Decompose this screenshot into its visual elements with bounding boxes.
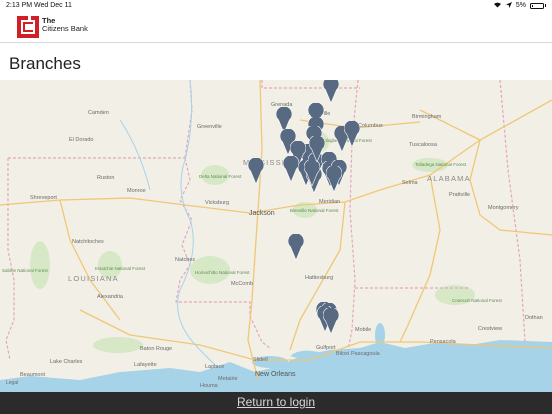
city-label: Montgomery <box>488 205 519 211</box>
location-arrow-icon <box>505 1 512 10</box>
city-label: El Dorado <box>69 137 94 143</box>
branch-pin-icon[interactable] <box>304 160 320 186</box>
city-label: Hattiesburg <box>305 275 334 281</box>
city-label: Jackson <box>249 210 275 217</box>
brand-line-2: Citizens Bank <box>42 24 88 33</box>
forest-label: Sabine National Forest <box>2 268 48 273</box>
city-label: Pascagoula <box>351 351 380 357</box>
city-label: Greenville <box>197 124 222 130</box>
city-label: Houma <box>200 383 218 389</box>
brand-name: The Citizens Bank <box>42 17 88 33</box>
branch-pin-icon[interactable] <box>344 121 360 147</box>
battery-percent: 5% <box>515 2 526 9</box>
city-label: Gulfport <box>316 345 336 351</box>
forest-label: Conecuh National Forest <box>452 298 502 303</box>
status-bar: 2:13 PM Wed Dec 11 5% <box>0 0 552 12</box>
state-borders <box>5 80 526 361</box>
city-label: Natchitoches <box>72 239 104 245</box>
city-label: Metairie <box>218 376 238 382</box>
forest-label: Homochitto National Forest <box>195 270 250 275</box>
branch-pin-icon[interactable] <box>309 136 325 162</box>
status-time: 2:13 PM <box>6 2 33 9</box>
city-label: Natchez <box>175 257 196 263</box>
city-label: Baton Rouge <box>140 346 173 352</box>
wifi-icon <box>493 1 502 10</box>
state-label-alabama: ALABAMA <box>427 174 471 183</box>
city-label: Meridian <box>319 199 341 205</box>
city-label: Camden <box>88 110 109 116</box>
city-label: Columbus <box>358 123 383 129</box>
branch-pin-icon[interactable] <box>323 308 339 334</box>
app-header: The Citizens Bank <box>0 12 552 43</box>
city-label: Crestview <box>478 326 503 332</box>
return-to-login-link[interactable]: Return to login <box>0 395 552 409</box>
branch-pin-icon[interactable] <box>326 166 342 192</box>
state-label-louisiana: LOUISIANA <box>68 274 119 283</box>
city-label: New Orleans <box>255 371 296 378</box>
forest-label: Talladega National Forest <box>415 162 467 167</box>
branch-pin-icon[interactable] <box>323 80 339 103</box>
city-label: Slidell <box>253 357 268 363</box>
branch-pin-icon[interactable] <box>248 158 264 184</box>
city-label: Monroe <box>127 188 146 194</box>
branch-pin-icon[interactable] <box>283 156 299 182</box>
city-label: Beaumont <box>20 372 46 378</box>
city-label: Prattville <box>449 192 471 198</box>
bottom-bar: Return to login <box>0 392 552 414</box>
city-label: Laplace <box>205 364 225 370</box>
city-label: Ruston <box>97 175 115 181</box>
city-label: Mobile <box>355 327 372 333</box>
battery-level <box>532 4 533 7</box>
branch-pin-icon[interactable] <box>288 234 304 260</box>
page-title: Branches <box>9 54 81 73</box>
city-label: Dothan <box>525 315 543 321</box>
forest-label: Kisatchie National Forest <box>95 266 146 271</box>
city-label: Vicksburg <box>205 200 230 206</box>
city-label: Birmingham <box>412 114 442 120</box>
city-label: Lafayette <box>134 362 157 368</box>
status-indicators: 5% <box>493 1 546 10</box>
city-label: Shreveport <box>30 195 57 201</box>
battery-cap <box>545 4 546 7</box>
city-label: Biloxi <box>336 351 350 357</box>
city-label: Alexandria <box>97 294 123 300</box>
city-label: McComb <box>231 281 254 287</box>
status-date: Wed Dec 11 <box>34 2 72 9</box>
battery-icon <box>530 2 544 9</box>
forest-label: Delta National Forest <box>199 174 242 179</box>
city-label: Selma <box>402 180 418 186</box>
citizens-bank-logo-icon <box>17 16 39 38</box>
legal-link[interactable]: Legal <box>6 380 18 386</box>
city-label: Tuscaloosa <box>409 142 437 148</box>
forest-label: Bienville National Forest <box>290 208 339 213</box>
city-label: Lake Charles <box>50 359 83 365</box>
branch-map[interactable]: MISSISSIPPI LOUISIANA ALABAMA Grenada St… <box>0 80 552 392</box>
city-label: Pensacola <box>430 339 456 345</box>
